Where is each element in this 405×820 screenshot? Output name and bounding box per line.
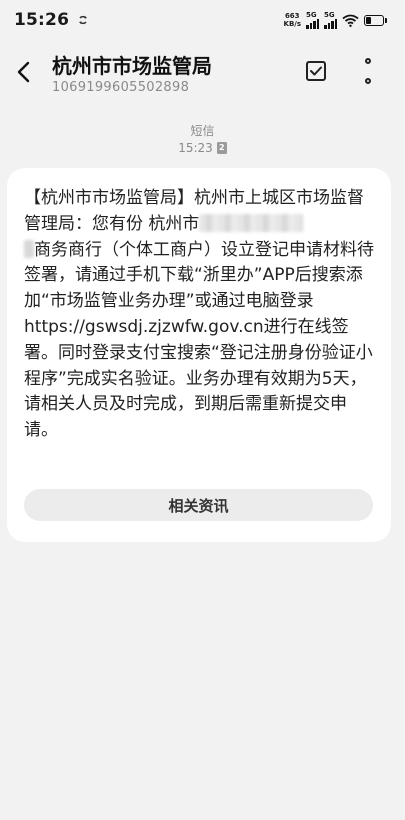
more-vertical-icon[interactable]: [359, 58, 377, 84]
sim1-label: 5G: [306, 10, 317, 19]
status-bar: 15:26 663 KB/s 5G 5G: [0, 0, 405, 40]
message-link[interactable]: https://gswsdj.zjzwfw.gov.cn: [24, 317, 264, 337]
back-arrow-icon: [17, 61, 30, 83]
status-right: 663 KB/s 5G 5G: [284, 10, 387, 29]
message-time-row: 15:23 2: [0, 141, 405, 155]
sim-badge-icon: 2: [216, 142, 227, 154]
status-left: 15:26: [14, 10, 89, 30]
message-text-part2: 商务商行（个体工商户）设立登记申请材料待签署，请通过手机下载“浙里办”APP后搜…: [24, 239, 374, 312]
message-body: 【杭州市市场监管局】杭州市上城区市场监督管理局：您有份 杭州市商务商行（个体工商…: [24, 186, 376, 444]
sync-icon: [79, 15, 88, 25]
wifi-icon: [342, 14, 359, 27]
battery-icon: [364, 14, 387, 26]
message-time: 15:23: [178, 141, 213, 155]
signal-bars-icon: [324, 18, 337, 29]
sender-number: 1069199605502898: [52, 80, 190, 95]
conversation-header: 杭州市市场监管局 1069199605502898: [0, 44, 405, 102]
signal-sim1: 5G: [306, 10, 319, 29]
message-type-label: 短信: [190, 124, 215, 138]
status-time: 15:26: [14, 10, 70, 30]
signal-sim2: 5G: [324, 10, 337, 29]
checkbox-icon[interactable]: [305, 60, 327, 82]
net-speed-unit: KB/s: [283, 20, 301, 28]
redacted-text: [24, 239, 34, 258]
message-text-part1: 【杭州市市场监管局】杭州市上城区市场监督管理局：您有份 杭州市: [24, 188, 364, 234]
related-info-button[interactable]: 相关资讯: [24, 489, 373, 521]
signal-bars-icon: [306, 18, 319, 29]
redacted-text: [199, 213, 304, 232]
back-button[interactable]: [10, 54, 36, 90]
message-bubble[interactable]: 【杭州市市场监管局】杭州市上城区市场监督管理局：您有份 杭州市商务商行（个体工商…: [7, 168, 391, 542]
net-speed-value: 663: [284, 12, 300, 20]
net-speed: 663 KB/s: [284, 12, 301, 28]
sim2-label: 5G: [324, 10, 335, 19]
sender-name: 杭州市市场监管局: [52, 54, 212, 78]
